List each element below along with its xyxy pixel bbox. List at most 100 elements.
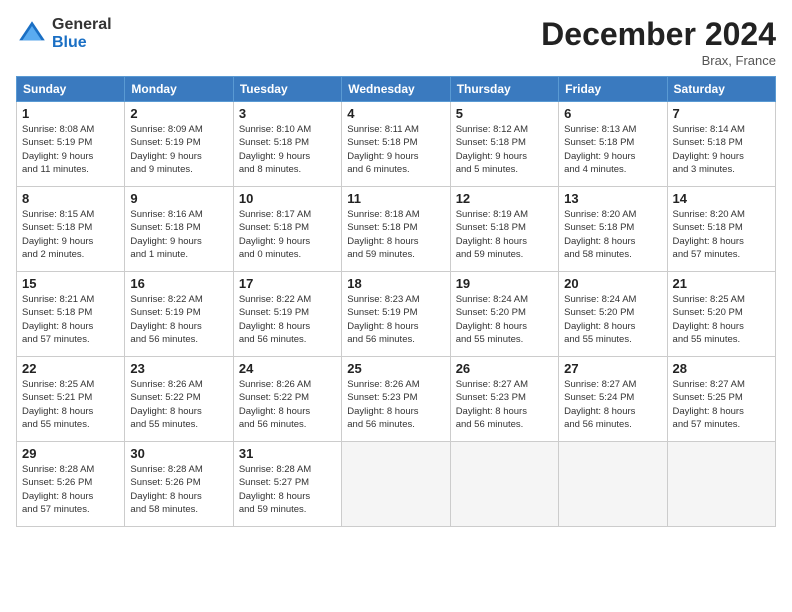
calendar-week-row: 29 Sunrise: 8:28 AM Sunset: 5:26 PM Dayli…	[17, 442, 776, 527]
day-number: 15	[22, 276, 119, 291]
day-info: Sunrise: 8:09 AM Sunset: 5:19 PM Dayligh…	[130, 123, 227, 176]
day-number: 4	[347, 106, 444, 121]
table-row: 9 Sunrise: 8:16 AM Sunset: 5:18 PM Daylig…	[125, 187, 233, 272]
table-row: 6Sunrise: 8:13 AM Sunset: 5:18 PM Daylig…	[559, 102, 667, 187]
day-number: 26	[456, 361, 553, 376]
month-title: December 2024	[541, 16, 776, 53]
day-number: 9	[130, 191, 227, 206]
day-number: 20	[564, 276, 661, 291]
day-info: Sunrise: 8:20 AM Sunset: 5:18 PM Dayligh…	[673, 208, 770, 261]
logo-general-text: General	[52, 16, 112, 34]
day-info: Sunrise: 8:28 AM Sunset: 5:26 PM Dayligh…	[22, 463, 119, 516]
day-info: Sunrise: 8:16 AM Sunset: 5:18 PM Dayligh…	[130, 208, 227, 261]
day-info: Sunrise: 8:10 AM Sunset: 5:18 PM Dayligh…	[239, 123, 336, 176]
day-info: Sunrise: 8:08 AM Sunset: 5:19 PM Dayligh…	[22, 123, 119, 176]
day-number: 12	[456, 191, 553, 206]
col-thursday: Thursday	[450, 77, 558, 102]
table-row	[559, 442, 667, 527]
table-row: 28Sunrise: 8:27 AM Sunset: 5:25 PM Dayli…	[667, 357, 775, 442]
day-info: Sunrise: 8:25 AM Sunset: 5:20 PM Dayligh…	[673, 293, 770, 346]
day-info: Sunrise: 8:27 AM Sunset: 5:24 PM Dayligh…	[564, 378, 661, 431]
header: General Blue December 2024 Brax, France	[16, 16, 776, 68]
table-row: 12 Sunrise: 8:19 AM Sunset: 5:18 PM Dayli…	[450, 187, 558, 272]
day-number: 23	[130, 361, 227, 376]
day-number: 5	[456, 106, 553, 121]
table-row: 20 Sunrise: 8:24 AM Sunset: 5:20 PM Dayli…	[559, 272, 667, 357]
table-row: 8 Sunrise: 8:15 AM Sunset: 5:18 PM Daylig…	[17, 187, 125, 272]
table-row: 16 Sunrise: 8:22 AM Sunset: 5:19 PM Dayli…	[125, 272, 233, 357]
table-row: 11 Sunrise: 8:18 AM Sunset: 5:18 PM Dayli…	[342, 187, 450, 272]
day-info: Sunrise: 8:28 AM Sunset: 5:26 PM Dayligh…	[130, 463, 227, 516]
day-number: 22	[22, 361, 119, 376]
day-info: Sunrise: 8:28 AM Sunset: 5:27 PM Dayligh…	[239, 463, 336, 516]
day-info: Sunrise: 8:12 AM Sunset: 5:18 PM Dayligh…	[456, 123, 553, 176]
day-number: 16	[130, 276, 227, 291]
day-number: 10	[239, 191, 336, 206]
table-row: 17Sunrise: 8:22 AM Sunset: 5:19 PM Dayli…	[233, 272, 341, 357]
location: Brax, France	[541, 53, 776, 68]
day-info: Sunrise: 8:14 AM Sunset: 5:18 PM Dayligh…	[673, 123, 770, 176]
calendar-table: Sunday Monday Tuesday Wednesday Thursday…	[16, 76, 776, 527]
day-info: Sunrise: 8:20 AM Sunset: 5:18 PM Dayligh…	[564, 208, 661, 261]
day-number: 1	[22, 106, 119, 121]
day-info: Sunrise: 8:22 AM Sunset: 5:19 PM Dayligh…	[130, 293, 227, 346]
day-info: Sunrise: 8:24 AM Sunset: 5:20 PM Dayligh…	[456, 293, 553, 346]
table-row: 24 Sunrise: 8:26 AM Sunset: 5:22 PM Dayli…	[233, 357, 341, 442]
day-number: 17	[239, 276, 336, 291]
logo-icon	[16, 18, 48, 50]
table-row: 21 Sunrise: 8:25 AM Sunset: 5:20 PM Dayli…	[667, 272, 775, 357]
day-info: Sunrise: 8:26 AM Sunset: 5:22 PM Dayligh…	[239, 378, 336, 431]
day-number: 25	[347, 361, 444, 376]
day-info: Sunrise: 8:18 AM Sunset: 5:18 PM Dayligh…	[347, 208, 444, 261]
day-number: 13	[564, 191, 661, 206]
day-number: 3	[239, 106, 336, 121]
table-row: 13 Sunrise: 8:20 AM Sunset: 5:18 PM Dayli…	[559, 187, 667, 272]
day-info: Sunrise: 8:11 AM Sunset: 5:18 PM Dayligh…	[347, 123, 444, 176]
day-number: 24	[239, 361, 336, 376]
logo-blue-text: Blue	[52, 34, 112, 52]
table-row: 3 Sunrise: 8:10 AM Sunset: 5:18 PM Daylig…	[233, 102, 341, 187]
calendar-week-row: 8 Sunrise: 8:15 AM Sunset: 5:18 PM Daylig…	[17, 187, 776, 272]
col-tuesday: Tuesday	[233, 77, 341, 102]
day-number: 18	[347, 276, 444, 291]
table-row: 4 Sunrise: 8:11 AM Sunset: 5:18 PM Daylig…	[342, 102, 450, 187]
table-row: 27 Sunrise: 8:27 AM Sunset: 5:24 PM Dayli…	[559, 357, 667, 442]
day-info: Sunrise: 8:25 AM Sunset: 5:21 PM Dayligh…	[22, 378, 119, 431]
table-row: 19 Sunrise: 8:24 AM Sunset: 5:20 PM Dayli…	[450, 272, 558, 357]
table-row	[342, 442, 450, 527]
day-number: 7	[673, 106, 770, 121]
day-number: 8	[22, 191, 119, 206]
table-row: 23 Sunrise: 8:26 AM Sunset: 5:22 PM Dayli…	[125, 357, 233, 442]
day-number: 28	[673, 361, 770, 376]
day-info: Sunrise: 8:26 AM Sunset: 5:22 PM Dayligh…	[130, 378, 227, 431]
table-row: 2 Sunrise: 8:09 AM Sunset: 5:19 PM Daylig…	[125, 102, 233, 187]
title-area: December 2024 Brax, France	[541, 16, 776, 68]
day-number: 21	[673, 276, 770, 291]
day-number: 14	[673, 191, 770, 206]
day-info: Sunrise: 8:24 AM Sunset: 5:20 PM Dayligh…	[564, 293, 661, 346]
day-number: 30	[130, 446, 227, 461]
table-row: 18Sunrise: 8:23 AM Sunset: 5:19 PM Dayli…	[342, 272, 450, 357]
day-number: 2	[130, 106, 227, 121]
table-row: 1 Sunrise: 8:08 AM Sunset: 5:19 PM Daylig…	[17, 102, 125, 187]
day-number: 6	[564, 106, 661, 121]
calendar-header-row: Sunday Monday Tuesday Wednesday Thursday…	[17, 77, 776, 102]
logo: General Blue	[16, 16, 112, 51]
calendar-week-row: 22 Sunrise: 8:25 AM Sunset: 5:21 PM Dayli…	[17, 357, 776, 442]
table-row: 14 Sunrise: 8:20 AM Sunset: 5:18 PM Dayli…	[667, 187, 775, 272]
day-number: 29	[22, 446, 119, 461]
table-row: 30 Sunrise: 8:28 AM Sunset: 5:26 PM Dayli…	[125, 442, 233, 527]
table-row: 7 Sunrise: 8:14 AM Sunset: 5:18 PM Daylig…	[667, 102, 775, 187]
day-number: 27	[564, 361, 661, 376]
day-info: Sunrise: 8:15 AM Sunset: 5:18 PM Dayligh…	[22, 208, 119, 261]
day-info: Sunrise: 8:27 AM Sunset: 5:23 PM Dayligh…	[456, 378, 553, 431]
day-info: Sunrise: 8:17 AM Sunset: 5:18 PM Dayligh…	[239, 208, 336, 261]
day-number: 19	[456, 276, 553, 291]
day-info: Sunrise: 8:19 AM Sunset: 5:18 PM Dayligh…	[456, 208, 553, 261]
table-row	[450, 442, 558, 527]
logo-text: General Blue	[52, 16, 112, 51]
calendar-week-row: 1 Sunrise: 8:08 AM Sunset: 5:19 PM Daylig…	[17, 102, 776, 187]
day-info: Sunrise: 8:21 AM Sunset: 5:18 PM Dayligh…	[22, 293, 119, 346]
day-number: 11	[347, 191, 444, 206]
day-number: 31	[239, 446, 336, 461]
